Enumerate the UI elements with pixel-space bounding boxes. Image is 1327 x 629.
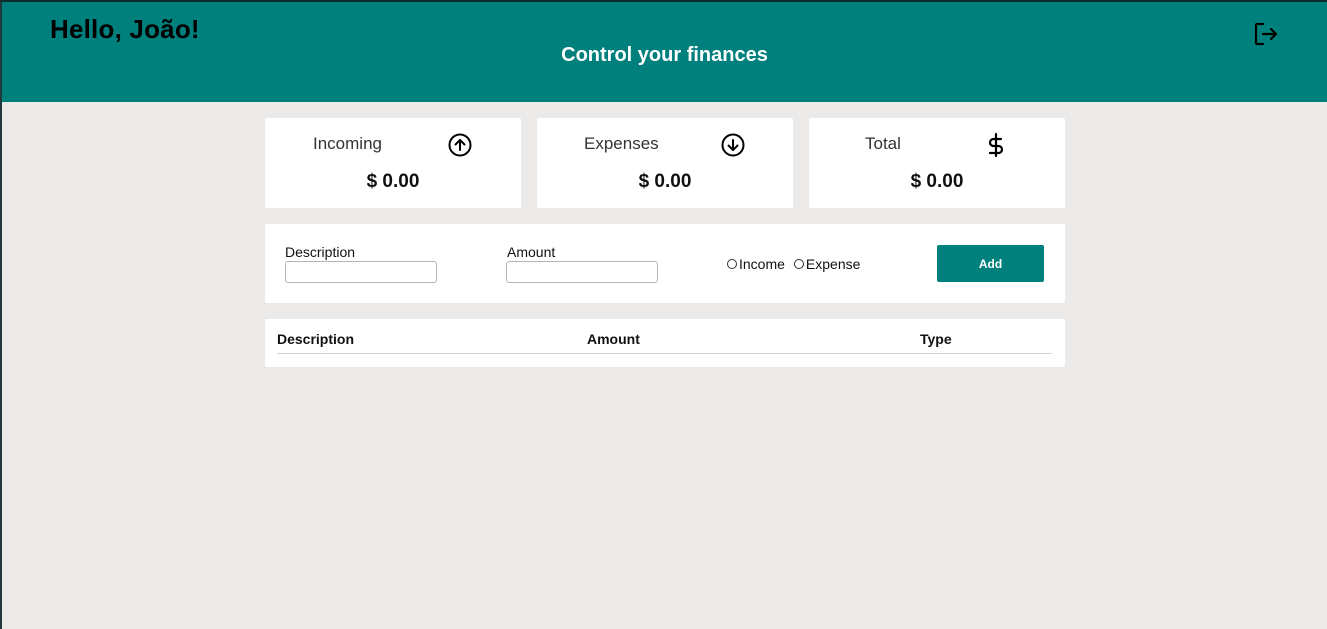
expense-radio[interactable]: Expense: [793, 256, 861, 272]
entry-form: Description Amount Income Expense Add: [265, 224, 1065, 303]
incoming-label: Incoming: [313, 134, 382, 153]
arrow-up-circle-icon: [448, 133, 472, 157]
type-radio-group: Income Expense: [727, 256, 869, 272]
income-radio-circle[interactable]: [727, 259, 737, 269]
arrow-down-circle-icon: [721, 133, 745, 157]
dollar-sign-icon: [988, 132, 1004, 158]
expenses-value: $ 0.00: [638, 171, 692, 192]
total-value: $ 0.00: [910, 171, 964, 192]
expense-radio-label: Expense: [805, 256, 861, 272]
incoming-card: Incoming $ 0.00: [265, 118, 521, 208]
total-label: Total: [865, 134, 901, 153]
column-header-amount: Amount: [587, 331, 640, 347]
amount-input[interactable]: [506, 261, 658, 283]
logout-icon[interactable]: [1252, 20, 1280, 48]
expense-radio-circle[interactable]: [793, 259, 804, 269]
description-input[interactable]: [285, 261, 437, 283]
app-header: Hello, João! Control your finances: [2, 2, 1327, 102]
total-card: Total $ 0.00: [809, 118, 1065, 208]
app-frame: Hello, João! Control your finances Incom…: [0, 0, 1327, 629]
page-subtitle: Control your finances: [561, 44, 768, 66]
transactions-table: Description Amount Type: [265, 319, 1065, 367]
income-radio-label: Income: [739, 256, 785, 272]
table-divider: [277, 353, 1052, 354]
column-header-type: Type: [920, 331, 952, 347]
description-label: Description: [285, 244, 356, 260]
greeting-title: Hello, João!: [50, 14, 200, 44]
add-button[interactable]: Add: [937, 245, 1044, 282]
column-header-description: Description: [277, 331, 355, 347]
expenses-card: Expenses $ 0.00: [537, 118, 793, 208]
expenses-label: Expenses: [584, 134, 659, 153]
amount-label: Amount: [507, 244, 556, 260]
income-radio[interactable]: Income: [727, 256, 785, 272]
incoming-value: $ 0.00: [366, 171, 420, 192]
